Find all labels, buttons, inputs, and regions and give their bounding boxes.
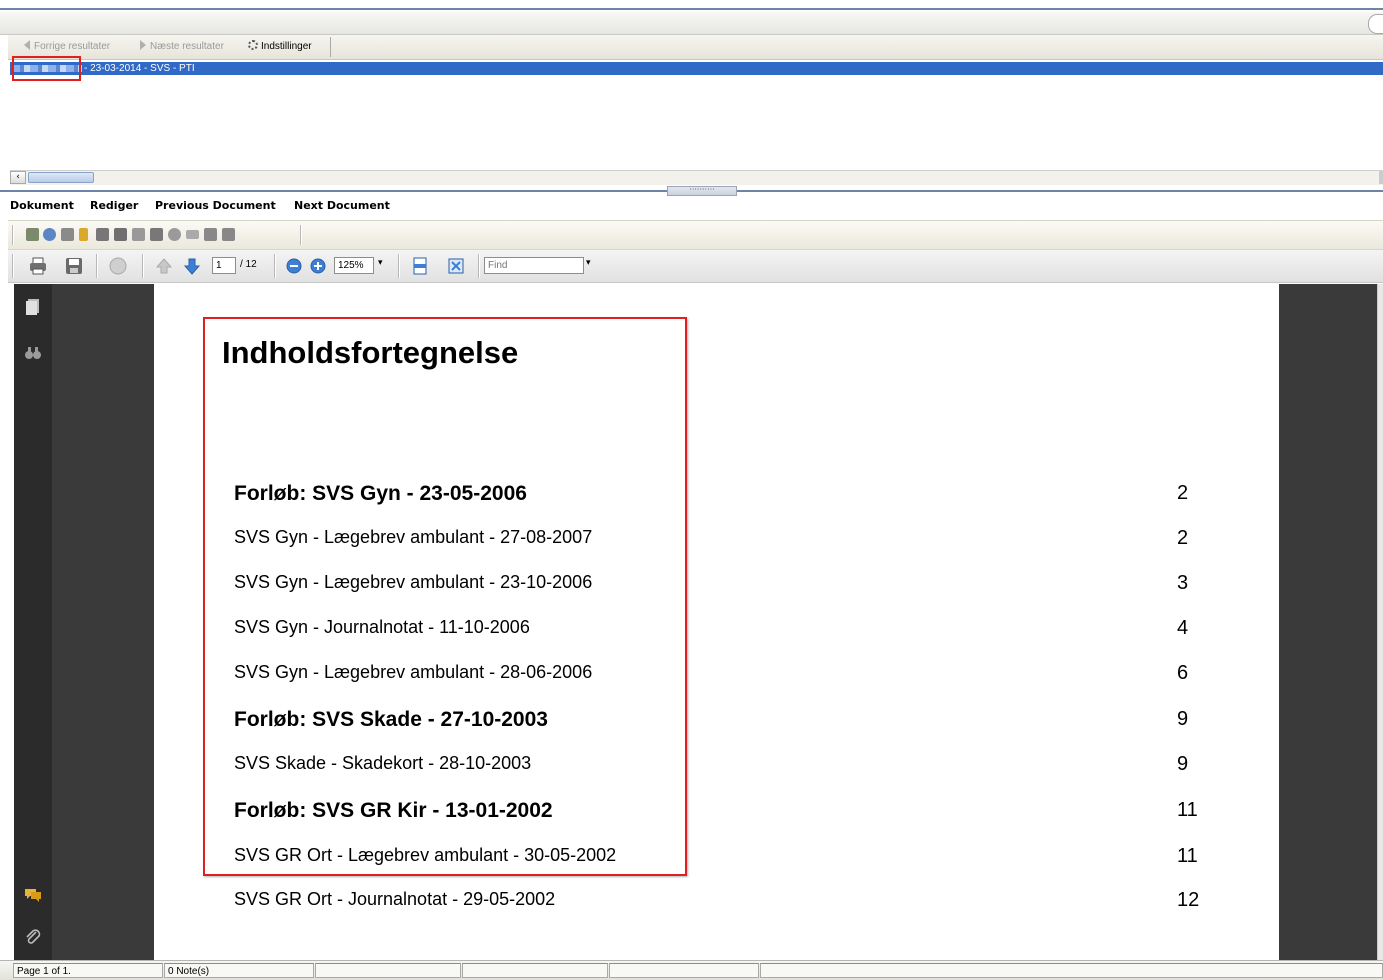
toc-page-number: 11 [1177,845,1198,867]
binoculars-icon[interactable] [24,344,42,362]
vertical-scrollbar[interactable] [1377,284,1383,960]
find-dropdown-arrow-icon[interactable]: ▾ [586,258,591,268]
toc-page-number: 12 [1177,889,1200,911]
settings-label: Indstillinger [261,41,312,52]
scroll-thumb[interactable] [28,172,94,183]
zoom-page-icon[interactable] [43,228,56,241]
menu-bar: Dokument Rediger Previous Document Next … [0,198,1383,214]
status-panel [760,963,1383,978]
print-icon[interactable] [96,228,109,241]
pdf-toolbar: 1 / 12 125% ▾ ▾ [8,250,1383,283]
page-info-status: Page 1 of 1. [13,963,163,978]
fit-width-icon[interactable] [410,256,430,276]
scroll-right-edge [1379,171,1383,184]
page-number-input[interactable]: 1 [212,257,236,274]
next-results-button[interactable]: Næste resultater [140,39,224,55]
fit-page-icon[interactable] [446,256,466,276]
toc-page-number: 4 [1177,617,1189,639]
toc-page-number: 9 [1177,753,1189,775]
toolbar-separator [478,254,480,278]
zoom-level-field[interactable]: 125% [334,257,374,274]
toolbar-separator [96,254,98,278]
result-row[interactable]: - 23-03-2014 - SVS - PTI [10,62,1383,75]
new-document-icon[interactable] [26,228,39,241]
next-page-icon[interactable] [182,256,202,276]
highlight-box [12,56,81,81]
key-icon[interactable] [79,228,88,241]
splitter-grip[interactable]: ·········· [667,186,737,196]
menu-rediger[interactable]: Rediger [90,198,138,214]
results-toolbar: Forrige resultater Næste resultater Inds… [8,35,1383,60]
attachments-paperclip-icon[interactable] [24,928,42,946]
document-stack-icon[interactable] [150,228,163,241]
annotation-toolbar [8,220,1383,250]
notes-status: 0 Note(s) [164,963,314,978]
toc-page-number: 11 [1177,799,1198,821]
find-input[interactable] [484,257,584,274]
previous-page-small-icon[interactable] [204,228,217,241]
status-panel [609,963,759,978]
arrow-left-icon [24,40,30,50]
toolbar-separator [398,254,400,278]
result-row-label: - 23-03-2014 - SVS - PTI [84,63,195,74]
toc-page-number: 3 [1177,572,1189,594]
toolbar-separator [330,37,331,57]
arrow-right-icon [140,40,146,50]
hand-tool-icon[interactable] [108,256,128,276]
mail-icon[interactable] [186,230,199,239]
copy-icon[interactable] [114,228,127,241]
top-border [0,8,1383,10]
pane-splitter[interactable]: ·········· [0,186,1383,198]
pages-icon[interactable] [24,298,42,316]
top-header-bar [0,12,1383,35]
zoom-in-icon[interactable] [308,256,328,276]
toolbar-separator [142,254,144,278]
toc-entry: SVS GR Ort - Journalnotat - 29-05-2002 [234,889,556,909]
toc-page-number: 2 [1177,482,1189,504]
menu-dokument[interactable]: Dokument [10,198,74,214]
page-total: / 12 [240,259,257,270]
save-icon[interactable] [64,256,84,276]
settings-button[interactable]: Indstillinger [248,39,312,55]
previous-results-button[interactable]: Forrige resultater [24,39,110,55]
toolbar-grip [12,225,14,245]
next-results-label: Næste resultater [150,41,224,52]
toolbar-end [300,225,302,245]
toc-page-number: 6 [1177,662,1189,684]
toolbar-grip [12,254,14,278]
toc-page-number: 2 [1177,527,1189,549]
menu-previous-document[interactable]: Previous Document [155,198,276,214]
search-box-edge[interactable] [1368,14,1383,34]
previous-page-icon[interactable] [154,256,174,276]
toc-page-number: 9 [1177,708,1189,730]
comments-icon[interactable] [24,886,42,904]
status-panel [462,963,608,978]
next-page-small-icon[interactable] [222,228,235,241]
print-icon[interactable] [28,256,48,276]
status-bar: Page 1 of 1. 0 Note(s) [0,960,1383,980]
status-panel [315,963,461,978]
scroll-left-button[interactable]: ‹ [10,171,26,184]
paste-icon[interactable] [132,228,145,241]
viewer-gutter [1279,284,1377,960]
zoom-out-icon[interactable] [284,256,304,276]
highlight-box [203,317,687,876]
viewer-sidebar [14,284,52,960]
zoom-dropdown-arrow-icon[interactable]: ▾ [378,258,383,268]
horizontal-scrollbar[interactable]: ‹ [10,170,1383,185]
menu-next-document[interactable]: Next Document [294,198,390,214]
gear-icon [248,40,258,50]
save-icon[interactable] [61,228,74,241]
share-icon[interactable] [168,228,181,241]
previous-results-label: Forrige resultater [34,41,111,52]
toolbar-separator [274,254,276,278]
